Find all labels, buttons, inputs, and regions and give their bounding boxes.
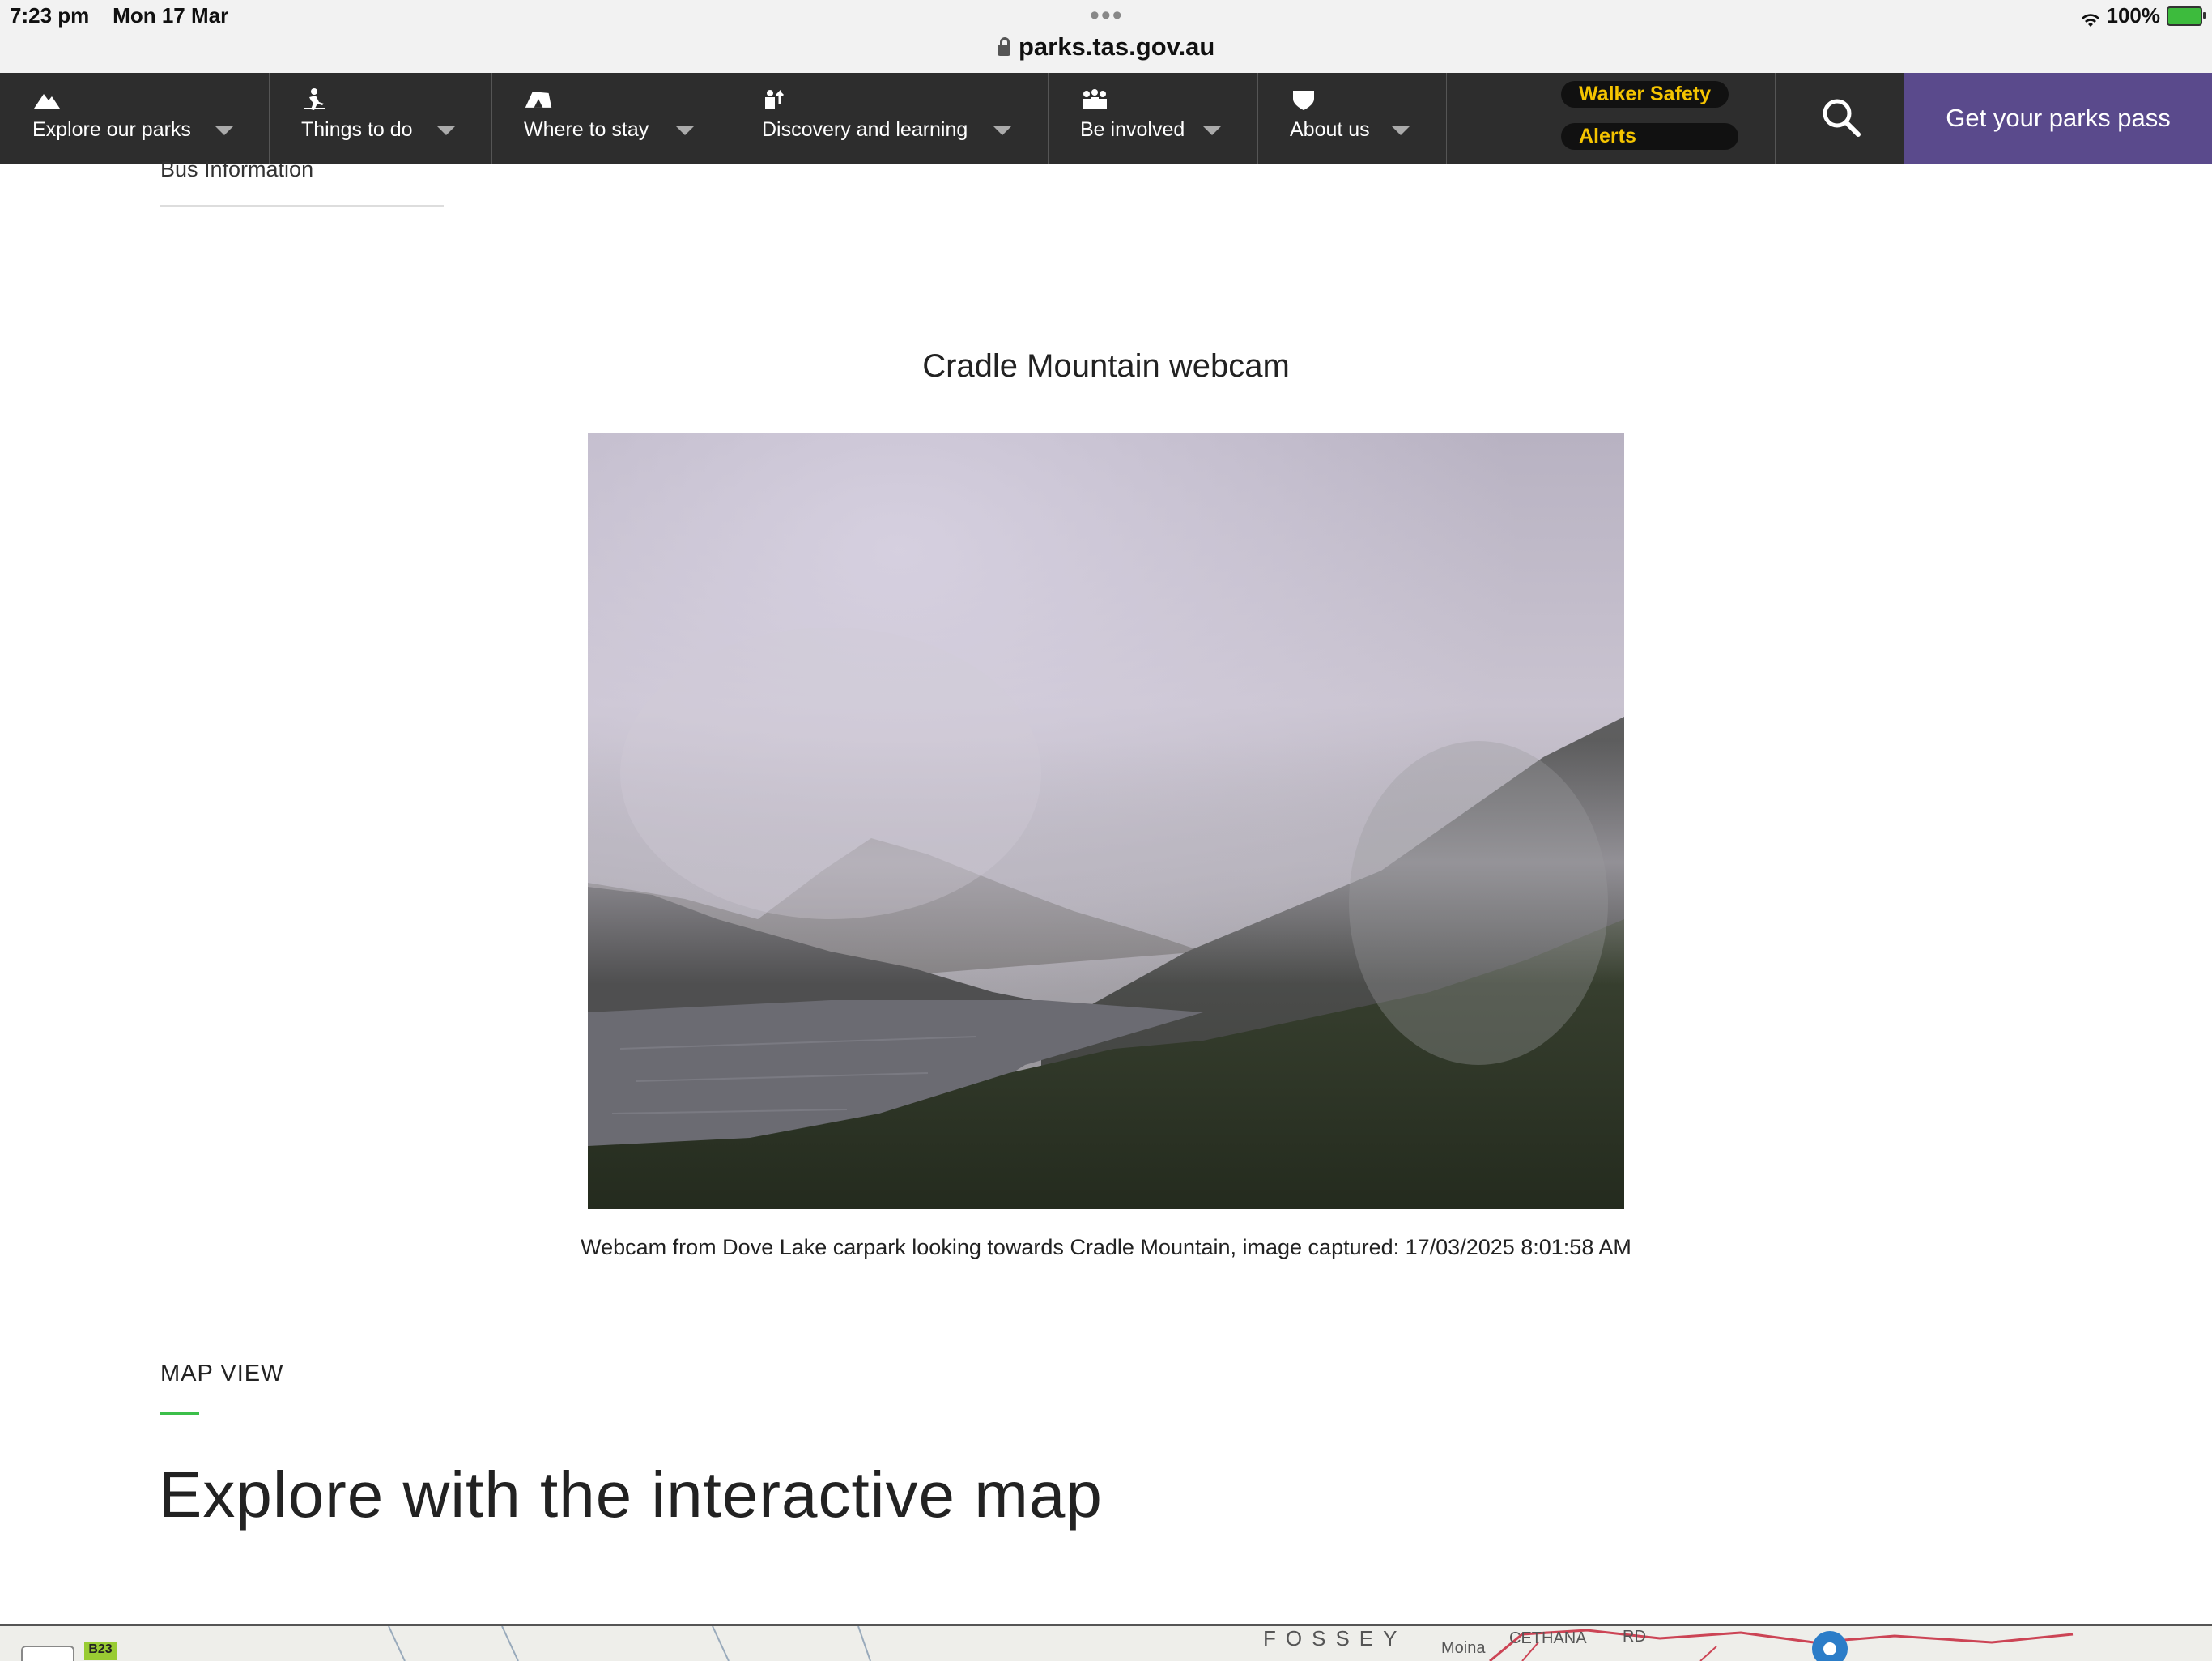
nav-label: Where to stay: [524, 118, 649, 141]
interactive-map[interactable]: B23 FOSSEY Moina CETHANA RD: [0, 1624, 2212, 1661]
chevron-down-icon: [437, 126, 455, 135]
nav-label: Be involved: [1080, 118, 1185, 141]
wifi-icon: [2081, 9, 2100, 27]
lock-icon: [998, 37, 1010, 56]
map-label-fossey: FOSSEY: [1263, 1626, 1407, 1650]
shield-icon: [1293, 91, 1314, 110]
chevron-down-icon: [1392, 126, 1410, 135]
mountain-icon: [34, 94, 60, 109]
sidebar-item-bus-information[interactable]: Bus Information: [160, 157, 313, 182]
bus-info-label: Bus Information: [160, 157, 314, 181]
battery-percent: 100%: [2106, 3, 2161, 28]
chevron-down-icon: [993, 126, 1011, 135]
section-heading: Explore with the interactive map: [159, 1459, 1103, 1531]
nav-things-to-do[interactable]: Things to do: [269, 73, 492, 164]
nav-label: Discovery and learning: [762, 118, 968, 141]
nav-about-us[interactable]: About us: [1257, 73, 1447, 164]
hiker-icon: [304, 88, 325, 110]
road-shield-label: B23: [88, 1642, 113, 1656]
webcam-image: [588, 433, 1624, 1209]
battery-icon: [2167, 6, 2206, 26]
nav-discovery-and-learning[interactable]: Discovery and learning: [730, 73, 1049, 164]
url-text: parks.tas.gov.au: [1019, 32, 1215, 61]
status-bar: 7:23 pm Mon 17 Mar ••• parks.tas.gov.au …: [0, 0, 2212, 73]
walker-safety-badge[interactable]: Walker Safety: [1561, 81, 1729, 108]
divider: [160, 205, 444, 207]
pass-button-label: Get your parks pass: [1946, 104, 2171, 132]
map-location-pin-icon[interactable]: [1812, 1631, 1848, 1661]
map-zoom-control[interactable]: [21, 1646, 74, 1661]
clock-time: 7:23 pm: [10, 3, 90, 28]
chevron-down-icon: [1203, 126, 1221, 135]
section-eyebrow: MAP VIEW: [160, 1361, 284, 1386]
webcam-title: Cradle Mountain webcam: [922, 348, 1290, 384]
nav-label: About us: [1290, 118, 1370, 141]
accent-underline: [160, 1412, 199, 1415]
nav-label: Things to do: [301, 118, 413, 141]
address-bar[interactable]: parks.tas.gov.au: [998, 32, 1214, 62]
status-time: 7:23 pm Mon 17 Mar: [10, 3, 228, 28]
get-parks-pass-button[interactable]: Get your parks pass: [1904, 73, 2212, 164]
alerts-badge[interactable]: Alerts: [1561, 123, 1738, 150]
people-icon: [1083, 89, 1107, 109]
map-label-moina: Moina: [1441, 1639, 1486, 1657]
clock-date: Mon 17 Mar: [113, 3, 229, 28]
multitasking-dots-icon[interactable]: •••: [1090, 0, 1124, 32]
search-button[interactable]: [1775, 73, 1905, 164]
nav-be-involved[interactable]: Be involved: [1048, 73, 1258, 164]
chevron-down-icon: [215, 126, 233, 135]
discovery-icon: [765, 89, 785, 109]
chevron-down-icon: [676, 126, 694, 135]
search-icon: [1823, 99, 1861, 137]
status-indicators: 100%: [2081, 3, 2206, 28]
nav-label: Explore our parks: [32, 118, 191, 141]
map-label-cethana: CETHANA: [1509, 1629, 1587, 1647]
map-label-rd: RD: [1623, 1628, 1646, 1646]
tent-icon: [525, 92, 552, 108]
map-roads: [388, 1626, 2074, 1661]
nav-where-to-stay[interactable]: Where to stay: [491, 73, 730, 164]
road-shield-b23: B23: [84, 1642, 117, 1660]
nav-explore-our-parks[interactable]: Explore our parks: [0, 73, 270, 164]
webcam-caption: Webcam from Dove Lake carpark looking to…: [581, 1235, 1631, 1259]
